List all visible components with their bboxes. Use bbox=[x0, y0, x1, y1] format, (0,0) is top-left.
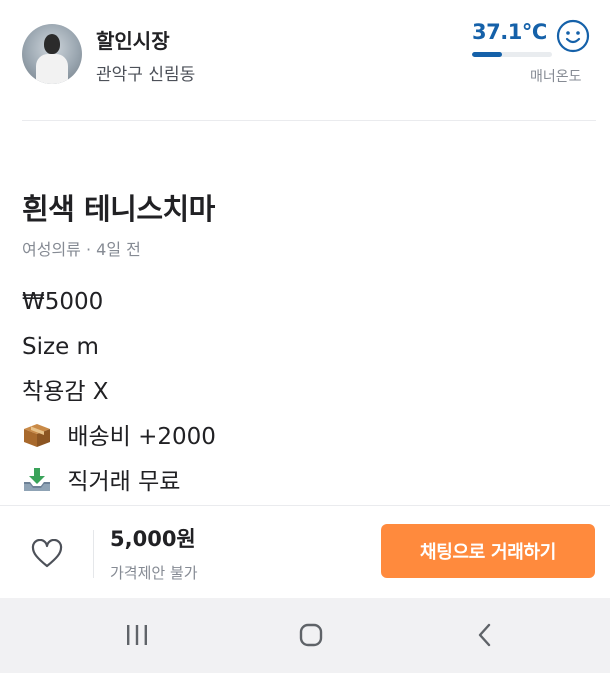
heart-icon[interactable] bbox=[31, 539, 63, 569]
description-line: Size m bbox=[22, 332, 216, 377]
manner-temperature-label[interactable]: 매너온도 bbox=[530, 66, 582, 86]
manner-temperature: 37.1°C bbox=[472, 20, 547, 44]
chat-trade-button[interactable]: 채팅으로 거래하기 bbox=[381, 524, 595, 578]
manner-temperature-fill bbox=[472, 52, 502, 57]
back-icon[interactable] bbox=[465, 620, 505, 650]
inbox-tray-icon bbox=[24, 468, 50, 491]
description-text: ₩5000 bbox=[22, 289, 104, 315]
smile-face-icon bbox=[556, 19, 590, 53]
seller-name[interactable]: 할인시장 bbox=[96, 25, 170, 54]
manner-temperature-bar bbox=[472, 52, 552, 57]
price-offer-note: 가격제안 불가 bbox=[110, 564, 198, 582]
seller-profile[interactable]: 할인시장 관악구 신림동 37.1°C 매너온도 bbox=[0, 0, 610, 120]
bottom-action-bar: 5,000원 가격제안 불가 채팅으로 거래하기 bbox=[0, 505, 610, 598]
avatar[interactable] bbox=[22, 24, 82, 84]
divider bbox=[22, 120, 596, 121]
package-icon bbox=[24, 424, 50, 447]
product-description: ₩5000 Size m 착용감 X 배송비 +2000 직거래 무료 bbox=[22, 287, 216, 512]
description-line: ₩5000 bbox=[22, 287, 216, 332]
product-title: 흰색 테니스치마 bbox=[22, 192, 215, 226]
price: 5,000원 bbox=[110, 527, 196, 551]
description-line: 착용감 X bbox=[22, 377, 216, 422]
description-text: 직거래 무료 bbox=[67, 469, 181, 495]
divider bbox=[93, 530, 94, 578]
description-line: 배송비 +2000 bbox=[22, 422, 216, 467]
description-text: 배송비 +2000 bbox=[67, 424, 216, 450]
description-text: 착용감 X bbox=[22, 379, 109, 405]
description-text: Size m bbox=[22, 334, 99, 360]
product-meta: 여성의류 · 4일 전 bbox=[22, 240, 141, 259]
system-navigation-bar bbox=[0, 598, 610, 673]
seller-region: 관악구 신림동 bbox=[96, 65, 196, 85]
home-icon[interactable] bbox=[291, 620, 331, 650]
recent-apps-icon[interactable] bbox=[117, 620, 157, 650]
